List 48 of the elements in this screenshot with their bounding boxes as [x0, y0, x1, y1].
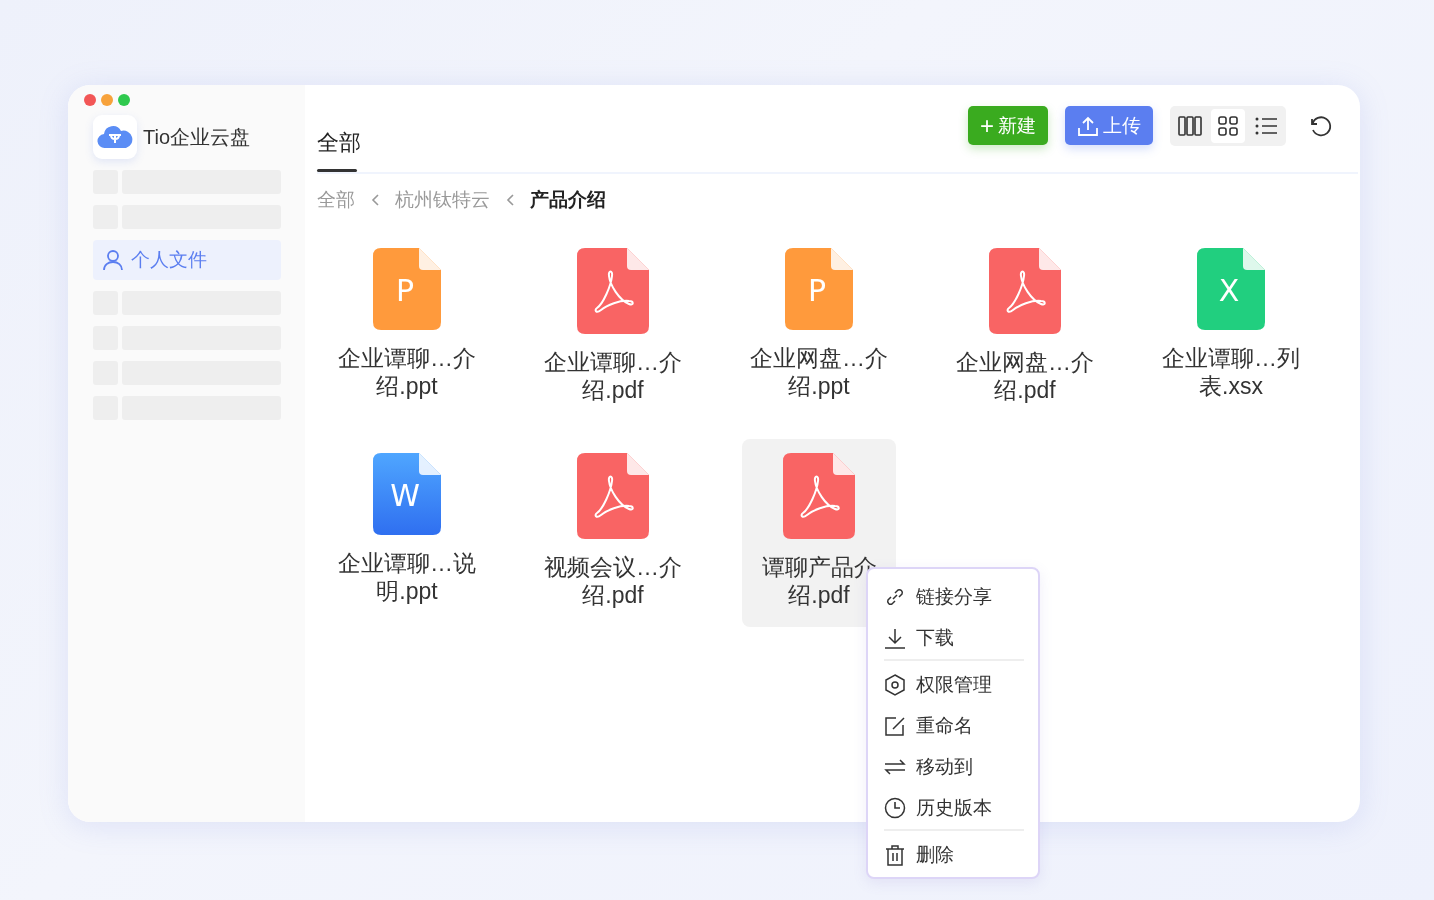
menu-item[interactable]: 重命名	[884, 705, 1024, 746]
file-item[interactable]: 视频会议…介绍.pdf	[536, 439, 690, 627]
window-control-dot[interactable]	[101, 94, 113, 106]
app-logo	[93, 115, 137, 159]
list-icon	[1255, 116, 1277, 135]
pdf-file-icon	[783, 453, 855, 539]
window-control-dot[interactable]	[118, 94, 130, 106]
file-type-letter: X	[1218, 273, 1240, 308]
grid-view-button[interactable]	[1211, 108, 1245, 143]
file-name: 企业网盘…介绍.ppt	[749, 344, 889, 400]
menu-item[interactable]: 删除	[884, 834, 1024, 875]
menu-item[interactable]: 移动到	[884, 746, 1024, 787]
file-name: 企业谭聊…列表.xsx	[1161, 344, 1301, 400]
file-name: 企业谭聊…说明.ppt	[337, 549, 477, 605]
file-type-letter: P	[807, 273, 827, 308]
window-control-dot[interactable]	[84, 94, 96, 106]
clock-icon	[884, 796, 906, 819]
file-name: 企业网盘…介绍.pdf	[955, 348, 1095, 404]
upload-icon	[1077, 114, 1099, 137]
hexagon-icon	[884, 673, 906, 696]
file-name: 企业谭聊…介绍.pdf	[543, 348, 683, 404]
menu-item[interactable]: 历史版本	[884, 787, 1024, 828]
file-item[interactable]: P 企业网盘…介绍.ppt	[742, 234, 896, 422]
pdf-file-icon	[577, 248, 649, 334]
file-name: 企业谭聊…介绍.ppt	[337, 344, 477, 400]
menu-item[interactable]: 权限管理	[884, 664, 1024, 705]
file-name: 视频会议…介绍.pdf	[543, 553, 683, 609]
pdf-file-icon	[577, 453, 649, 539]
person-icon	[103, 249, 123, 271]
file-type-letter: W	[390, 478, 420, 513]
download-icon	[884, 626, 906, 649]
title-underline	[317, 169, 357, 172]
edit-icon	[884, 714, 906, 737]
refresh-icon[interactable]	[1308, 113, 1332, 138]
app-name: Tio企业云盘	[143, 124, 251, 150]
trash-icon	[884, 843, 906, 866]
pdf-file-icon	[989, 248, 1061, 334]
file-item[interactable]: X 企业谭聊…列表.xsx	[1154, 234, 1308, 422]
upload-button[interactable]: 上传	[1065, 106, 1153, 145]
file-item[interactable]: P 企业谭聊…介绍.ppt	[330, 234, 484, 422]
columns-icon	[1178, 115, 1202, 136]
file-item[interactable]: W 企业谭聊…说明.ppt	[330, 439, 484, 627]
breadcrumb-link[interactable]: 产品介绍	[530, 187, 606, 213]
file-item[interactable]: 企业谭聊…介绍.pdf	[536, 234, 690, 422]
file-item[interactable]: 企业网盘…介绍.pdf	[948, 234, 1102, 422]
page-title: 全部	[317, 85, 361, 172]
file-type-letter: P	[395, 273, 415, 308]
grid-icon	[1218, 115, 1238, 136]
